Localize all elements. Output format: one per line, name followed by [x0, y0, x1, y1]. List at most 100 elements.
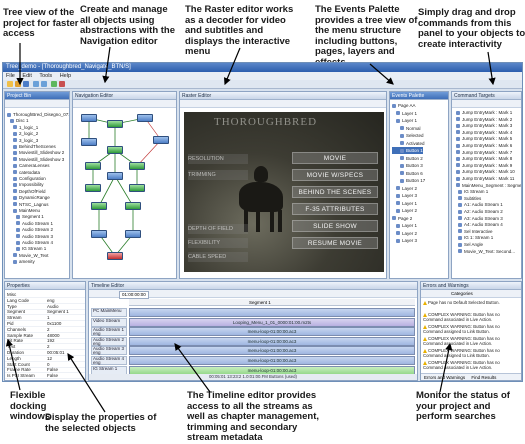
track-header[interactable]: Audio Stream 2 eng: [91, 336, 127, 346]
events-tree-item[interactable]: Layer 1: [392, 200, 417, 207]
project-tree-item[interactable]: DynamicRange: [7, 195, 50, 201]
command-target-item[interactable]: Jump EntryMark : Mark 6: [454, 143, 512, 149]
project-tree-item[interactable]: ThoroughBred_Disegno_0715: [7, 112, 69, 118]
project-tree-item[interactable]: catetodata: [7, 170, 40, 176]
project-tree-item[interactable]: IG Stream 1: [7, 246, 46, 252]
timeline-editor-header[interactable]: Timeline Editor: [89, 282, 417, 290]
menu-side-item[interactable]: DEPTH OF FIELD: [188, 224, 248, 234]
nav-node[interactable]: [129, 162, 145, 170]
project-tree-item[interactable]: Movie_W_Text: [7, 253, 49, 259]
new-project-icon[interactable]: [7, 81, 13, 87]
project-tree-item[interactable]: CameraLenses: [7, 163, 50, 169]
menu-button-movie[interactable]: MOVIE: [292, 152, 378, 164]
warning-row[interactable]: COMPLEX WARNING: Button has no Command a…: [423, 336, 519, 346]
command-target-item[interactable]: Movie_W_Text: Second...: [454, 249, 515, 255]
events-tree-item[interactable]: Layer 3: [392, 237, 417, 244]
nav-node[interactable]: [107, 252, 123, 260]
timeline-ruler[interactable]: Segment 1: [129, 299, 415, 306]
nav-node[interactable]: [91, 202, 107, 210]
command-target-item[interactable]: Subtitles: [454, 196, 481, 202]
warning-row[interactable]: COMPLEX WARNING: Button has no Command a…: [423, 324, 519, 334]
project-tree-item[interactable]: NTSC_Lagnus: [7, 202, 49, 208]
project-tree-item[interactable]: 2_logic_2: [7, 131, 38, 137]
command-target-item[interactable]: Jump EntryMark : Mark 9: [454, 163, 512, 169]
events-tree-item[interactable]: Layer 1: [392, 222, 417, 229]
nav-node[interactable]: [85, 184, 101, 192]
command-target-item[interactable]: Jump EntryMark : Mark 11: [454, 176, 514, 182]
command-target-item[interactable]: Jump EntryMark : Mark 4: [454, 130, 512, 136]
errors-warnings-header[interactable]: Errors and Warnings: [421, 282, 521, 290]
nav-node[interactable]: [91, 230, 107, 238]
menu-button-behind-the-scenes[interactable]: BEHIND THE SCENES: [292, 186, 378, 198]
raster-editor-header[interactable]: Raster Editor: [180, 92, 386, 100]
events-tree-item[interactable]: Layer 1: [392, 110, 417, 117]
track-clip[interactable]: menu-loop-01:00:00.ac3: [129, 336, 415, 346]
events-palette-header[interactable]: Events Palette: [390, 92, 448, 100]
project-tree-item[interactable]: amenity: [7, 259, 35, 265]
project-tree-item[interactable]: Audio Stream 4: [7, 240, 53, 246]
nav-node[interactable]: [129, 184, 145, 192]
track-header[interactable]: Audio Stream 3 eng: [91, 346, 127, 356]
project-tree-item[interactable]: Moviestill_Slideshow 2: [7, 150, 64, 156]
events-tree-item[interactable]: Layer 3: [392, 192, 417, 199]
command-target-item[interactable]: Jump EntryMark : Mark 3: [454, 123, 512, 129]
properties-header[interactable]: Properties: [5, 282, 85, 290]
project-tree-item[interactable]: Segment 1: [7, 214, 44, 220]
command-target-item[interactable]: MainMenu_Segment : Segment 1: [454, 183, 521, 189]
menu-item-file[interactable]: File: [6, 73, 15, 79]
nav-node[interactable]: [81, 114, 97, 122]
menu-preview[interactable]: THOROUGHBRED MOVIE MOVIE W/SPECS BEHIND …: [184, 112, 384, 272]
command-target-item[interactable]: Jump EntryMark : Mark 5: [454, 136, 512, 142]
events-tree-item[interactable]: Button 17: [392, 177, 425, 184]
command-targets-header[interactable]: Command Targets: [452, 92, 521, 100]
nav-node[interactable]: [125, 202, 141, 210]
warning-row[interactable]: COMPLEX WARNING: Button has no Command a…: [423, 360, 519, 370]
nav-node[interactable]: [107, 146, 123, 154]
project-tree-item[interactable]: Moviestill_Slideshow 3: [7, 157, 64, 163]
events-tree-item[interactable]: Button 3: [392, 162, 423, 169]
tab-find-results[interactable]: Find Results: [471, 375, 496, 380]
nav-node[interactable]: [81, 138, 97, 146]
navigation-editor-header[interactable]: Navigation Editor: [73, 92, 176, 100]
redo-icon[interactable]: [41, 81, 47, 87]
project-tree-item[interactable]: Configuration: [7, 176, 46, 182]
command-target-item[interactable]: Jump EntryMark : Mark 1: [454, 110, 512, 116]
project-bin-header[interactable]: Project Bin: [5, 92, 69, 100]
events-tree-item[interactable]: Activated: [392, 140, 425, 147]
project-tree-item[interactable]: 3_logic_3: [7, 138, 38, 144]
track-clip[interactable]: menu-loop-01:00:00.ac3: [129, 327, 415, 337]
save-icon[interactable]: [23, 81, 29, 87]
command-target-item[interactable]: Jump EntryMark : Mark 8: [454, 156, 512, 162]
build-icon[interactable]: [59, 81, 65, 87]
command-target-item[interactable]: Sel Angle: [454, 242, 483, 248]
property-row[interactable]: Is PSI Stream False: [5, 373, 85, 380]
open-folder-icon[interactable]: [15, 81, 21, 87]
project-tree-item[interactable]: Impossibility: [7, 182, 44, 188]
track-header[interactable]: Audio Stream 1 eng: [91, 327, 127, 337]
track-header[interactable]: PC MainMenu: [91, 308, 127, 317]
events-tree-item[interactable]: Button 6: [392, 170, 423, 177]
command-target-item[interactable]: IG 1: Stream 1: [454, 235, 493, 241]
tab-errors-warnings[interactable]: Errors and Warnings: [424, 375, 465, 380]
menu-side-item[interactable]: FLEXIBILITY: [188, 238, 248, 248]
project-tree-item[interactable]: DepthOfField: [7, 189, 46, 195]
events-tree-item[interactable]: Layer 2: [392, 185, 417, 192]
events-tree-item[interactable]: Button 1: [392, 147, 423, 154]
nav-node[interactable]: [107, 172, 123, 180]
warning-row[interactable]: COMPLEX WARNING: Button has no Command a…: [423, 348, 519, 358]
menu-side-item[interactable]: CABLE SPEED: [188, 252, 248, 262]
track-clip[interactable]: menu-loop-01:00:00.ac3: [129, 356, 415, 365]
undo-icon[interactable]: [33, 81, 39, 87]
project-tree-item[interactable]: Disc 1: [7, 118, 29, 124]
command-target-item[interactable]: Jump EntryMark : Mark 2: [454, 117, 512, 123]
nav-node[interactable]: [85, 162, 101, 170]
menu-button-movie-specs[interactable]: MOVIE W/SPECS: [292, 169, 378, 181]
track-header[interactable]: Audio Stream 4 eng: [91, 356, 127, 365]
track-clip[interactable]: menu-loop-01:00:00.ac3: [129, 346, 415, 356]
command-target-item[interactable]: Sel Interactive: [454, 229, 493, 235]
events-tree-item[interactable]: Selected: [392, 132, 424, 139]
project-tree-item[interactable]: Audio Stream 1: [7, 221, 53, 227]
command-target-item[interactable]: A1: Audio Stream 1: [454, 202, 503, 208]
project-tree-item[interactable]: MainMenu: [7, 208, 40, 214]
command-target-item[interactable]: A4: Audio Stream 4: [454, 222, 503, 228]
